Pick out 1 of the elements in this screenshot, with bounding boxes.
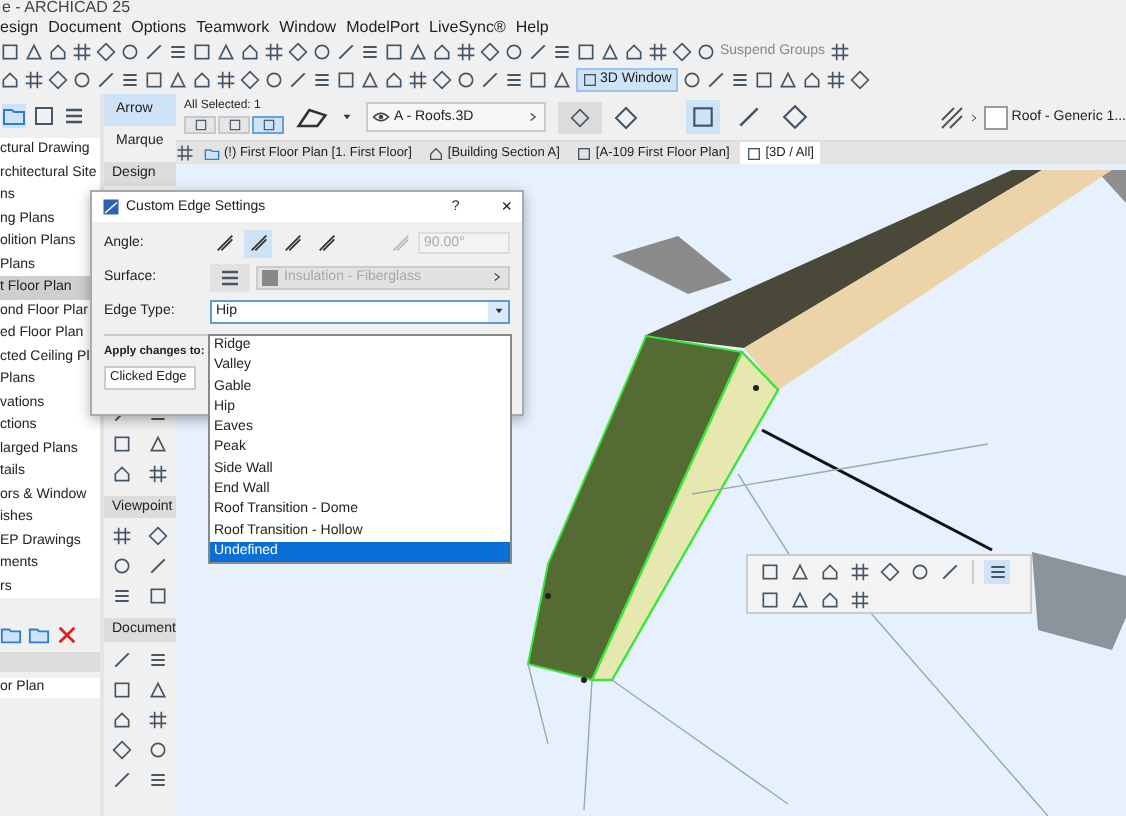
window-title: e - ARCHICAD 25: [0, 0, 133, 18]
